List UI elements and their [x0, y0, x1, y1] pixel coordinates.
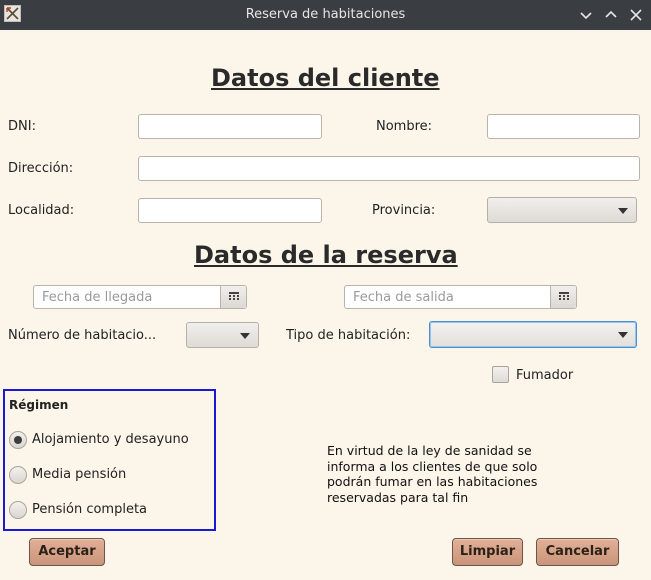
calendar-icon[interactable] [550, 286, 576, 308]
smoking-notice: En virtud de la ley de sanidad se inform… [327, 443, 538, 505]
title-bar: Reserva de habitaciones [0, 0, 651, 30]
numero-label: Número de habitacio... [8, 328, 157, 343]
dni-field[interactable] [138, 114, 322, 139]
chevron-down-icon [240, 333, 250, 339]
dni-label: DNI: [8, 119, 36, 134]
localidad-field[interactable] [138, 198, 322, 223]
chevron-down-icon [618, 332, 628, 338]
nombre-label: Nombre: [376, 119, 433, 134]
direccion-label: Dirección: [8, 161, 74, 176]
close-icon[interactable] [627, 6, 645, 24]
regimen-title: Régimen [9, 398, 69, 412]
client-heading: Datos del cliente [211, 64, 440, 92]
localidad-label: Localidad: [8, 203, 75, 218]
window-title: Reserva de habitaciones [245, 7, 406, 22]
provincia-label: Provincia: [372, 203, 436, 218]
regimen-label-alojamiento: Alojamiento y desayuno [32, 432, 189, 447]
regimen-group: Régimen Alojamiento y desayuno Media pen… [3, 389, 216, 531]
radio-selected-dot [14, 436, 22, 444]
chevron-down-icon [618, 208, 628, 214]
aceptar-button[interactable]: Aceptar [29, 538, 105, 566]
maximize-icon[interactable] [602, 6, 620, 24]
minimize-icon[interactable] [577, 6, 595, 24]
regimen-radio-alojamiento[interactable] [9, 431, 27, 449]
regimen-radio-media[interactable] [9, 466, 27, 484]
salida-date-picker[interactable]: Fecha de salida [344, 285, 577, 309]
regimen-radio-completa[interactable] [9, 501, 27, 519]
direccion-field[interactable] [138, 156, 640, 181]
tipo-combo[interactable] [429, 321, 637, 348]
reserva-heading: Datos de la reserva [194, 241, 458, 269]
llegada-placeholder: Fecha de llegada [42, 290, 153, 305]
llegada-date-picker[interactable]: Fecha de llegada [33, 285, 247, 309]
limpiar-button[interactable]: Limpiar [452, 538, 523, 566]
salida-placeholder: Fecha de salida [353, 290, 454, 305]
fumador-checkbox[interactable] [492, 366, 509, 383]
regimen-label-media: Media pensión [32, 467, 127, 482]
regimen-label-completa: Pensión completa [32, 502, 148, 517]
calendar-icon[interactable] [220, 286, 246, 308]
cancelar-button[interactable]: Cancelar [536, 538, 619, 566]
tipo-label: Tipo de habitación: [286, 328, 411, 343]
numero-combo[interactable] [186, 322, 259, 348]
nombre-field[interactable] [487, 114, 640, 139]
fumador-label: Fumador [516, 368, 574, 383]
provincia-combo[interactable] [487, 197, 637, 223]
